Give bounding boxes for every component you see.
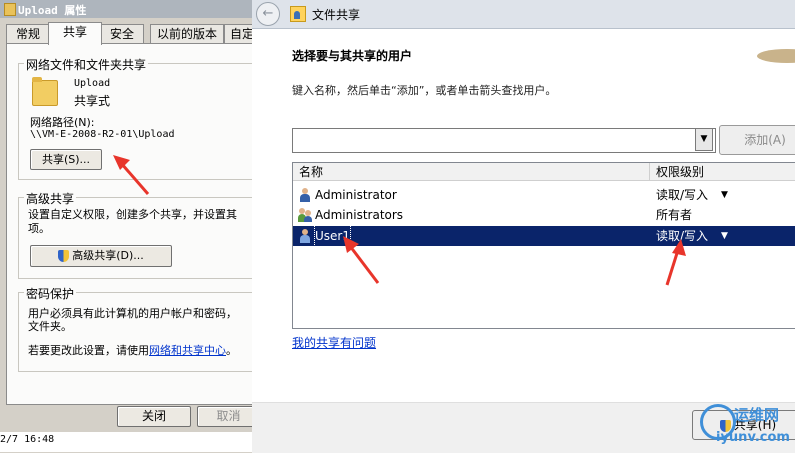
column-header-permission[interactable]: 权限级别	[650, 163, 795, 181]
wizard-title-bar: ← 文件共享	[252, 0, 795, 29]
wizard-subheading: 键入名称，然后单击“添加”，或者单击箭头查找用户。	[292, 84, 557, 97]
folder-icon	[4, 3, 16, 16]
tab-sharing[interactable]: 共享	[48, 22, 102, 45]
watermark-line1: 运维网	[734, 406, 780, 424]
folder-name: Upload	[74, 78, 111, 89]
file-sharing-wizard: ← 文件共享 选择要与其共享的用户 键入名称，然后单击“添加”，或者单击箭头查找…	[252, 0, 795, 453]
permission-dropdown-icon[interactable]: ▼	[721, 185, 728, 205]
advanced-sharing-desc-2: 项。	[28, 222, 50, 235]
row-permission[interactable]: 读取/写入	[656, 185, 708, 205]
uac-shield-icon	[58, 250, 70, 262]
advanced-sharing-desc-1: 设置自定义权限，创建多个共享，并设置其	[28, 208, 237, 221]
network-sharing-center-link[interactable]: 网络和共享中心	[149, 344, 226, 357]
password-change-prefix: 若要更改此设置，请使用	[28, 344, 149, 357]
wizard-heading: 选择要与其共享的用户	[292, 49, 413, 63]
user-icon	[299, 188, 311, 202]
tab-general[interactable]: 常规	[6, 24, 50, 44]
advanced-sharing-button-label: 高级共享(D)...	[72, 249, 144, 262]
password-change-suffix: 。	[226, 344, 237, 357]
user-name-input[interactable]	[292, 128, 716, 153]
advanced-sharing-label: 高级共享	[24, 190, 77, 207]
table-row[interactable]: Administrator 读取/写入 ▼	[293, 185, 795, 205]
network-path-label: 网络路径(N):	[30, 116, 95, 129]
tab-security[interactable]: 安全	[100, 24, 144, 44]
user-dropdown-arrow-icon[interactable]: ▼	[695, 128, 713, 151]
row-user-name: Administrators	[315, 208, 404, 222]
file-sharing-icon	[290, 6, 306, 22]
taskbar-time: 2/7 16:48	[0, 434, 55, 445]
row-user-name: Administrator	[315, 188, 397, 202]
properties-title: Upload 属性	[18, 4, 87, 17]
wizard-title: 文件共享	[312, 8, 361, 22]
password-change-hint: 若要更改此设置，请使用网络和共享中心。	[28, 342, 237, 358]
advanced-sharing-button[interactable]: 高级共享(D)...	[30, 245, 172, 267]
share-button[interactable]: 共享(S)...	[30, 149, 102, 170]
password-protection-label: 密码保护	[24, 285, 77, 302]
watermark-line2: iyunv.com	[716, 430, 790, 445]
properties-title-bar: Upload 属性	[0, 0, 258, 18]
row-user-name: User1	[314, 225, 351, 247]
cancel-button[interactable]: 取消	[197, 406, 260, 427]
permission-dropdown-icon[interactable]: ▼	[721, 226, 728, 246]
user-permission-table: 名称 权限级别 Administrator 读取/写入 ▼ Administra…	[292, 162, 795, 329]
add-button[interactable]: 添加(A)	[719, 125, 795, 155]
properties-dialog: Upload 属性 常规 共享 安全 以前的版本 自定 网络文件和文件夹共享 U…	[0, 0, 260, 452]
folder-share-status: 共享式	[74, 94, 111, 108]
network-path-value: \\VM-E-2008-R2-01\Upload	[30, 129, 175, 140]
row-permission[interactable]: 读取/写入	[656, 226, 708, 246]
back-arrow-icon[interactable]: ←	[256, 2, 280, 26]
close-button[interactable]: 关闭	[117, 406, 191, 427]
table-row[interactable]: Administrators 所有者	[293, 205, 795, 225]
table-row-selected[interactable]: User1 读取/写入 ▼	[293, 225, 795, 247]
user-icon	[299, 229, 311, 243]
group-icon	[298, 208, 312, 222]
tab-previous-versions[interactable]: 以前的版本	[150, 24, 224, 44]
row-permission: 所有者	[656, 208, 693, 222]
taskbar-strip: 2/7 16:48	[0, 432, 258, 452]
column-header-name[interactable]: 名称	[293, 163, 650, 181]
shared-folder-icon	[30, 76, 58, 106]
watermark-logo: 运维网 iyunv.com	[700, 400, 795, 452]
password-desc-2: 文件夹。	[28, 320, 72, 333]
network-sharing-label: 网络文件和文件夹共享	[24, 56, 149, 73]
decorative-shape	[757, 49, 795, 63]
sharing-problem-link[interactable]: 我的共享有问题	[292, 334, 376, 351]
